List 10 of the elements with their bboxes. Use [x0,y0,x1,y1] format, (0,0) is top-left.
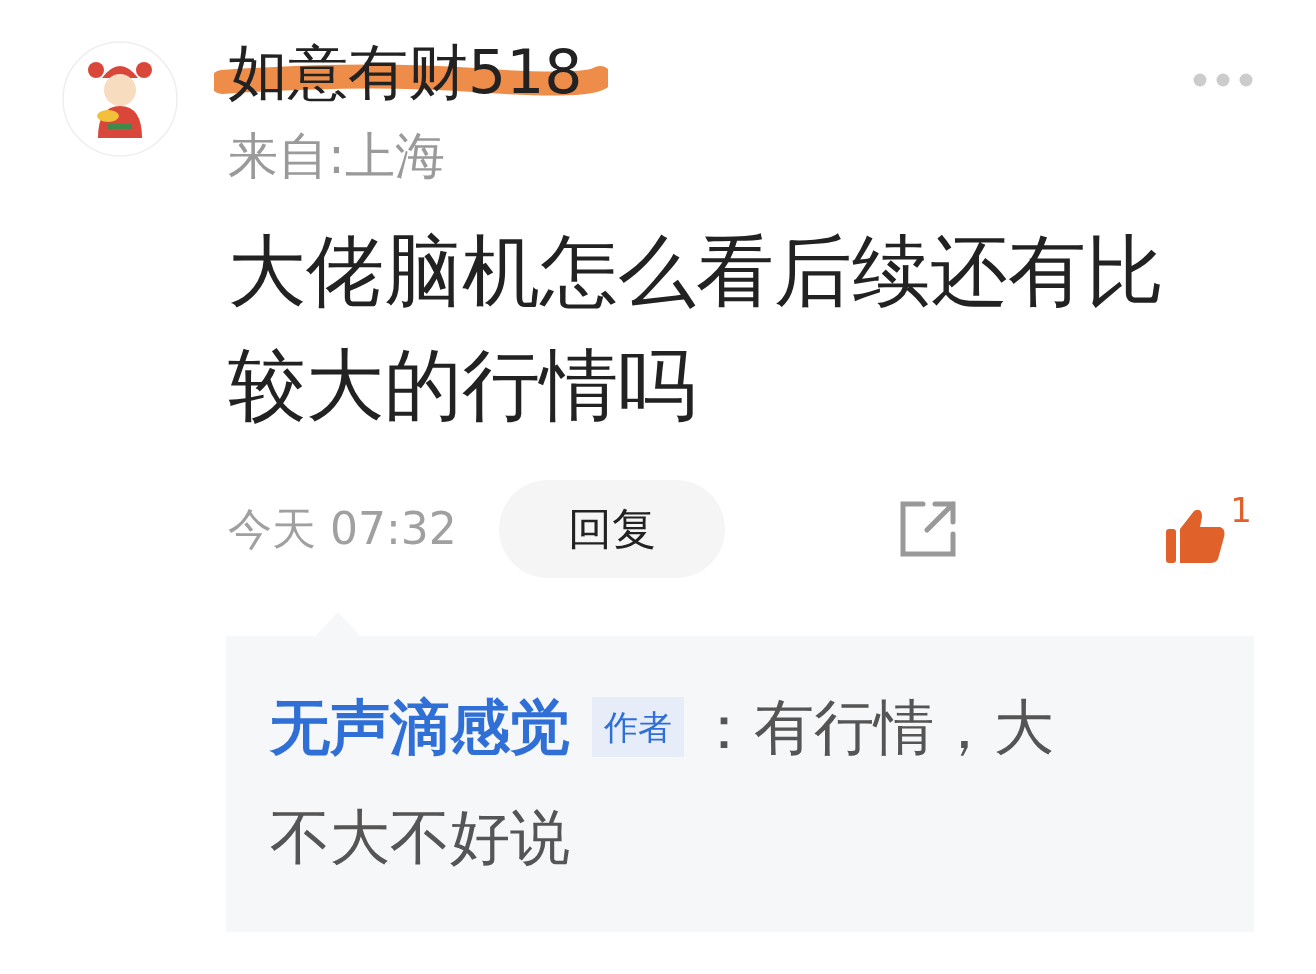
reply-author[interactable]: 无声滴感觉 [270,672,570,782]
location: 来自:上海 [228,126,446,187]
thumbs-up-icon[interactable] [1164,507,1227,565]
reply-button[interactable]: 回复 [498,480,725,578]
reply-text: ：有行情，大 [694,691,1054,764]
timestamp: 今天 07:32 [228,501,457,556]
like-count: 1 [1230,493,1252,527]
author-badge: 作者 [592,697,684,757]
reply-text: 不大不好说 [270,801,570,874]
comment-text: 大佬脑机怎么看后续还有比较大的行情吗 [228,225,1165,432]
